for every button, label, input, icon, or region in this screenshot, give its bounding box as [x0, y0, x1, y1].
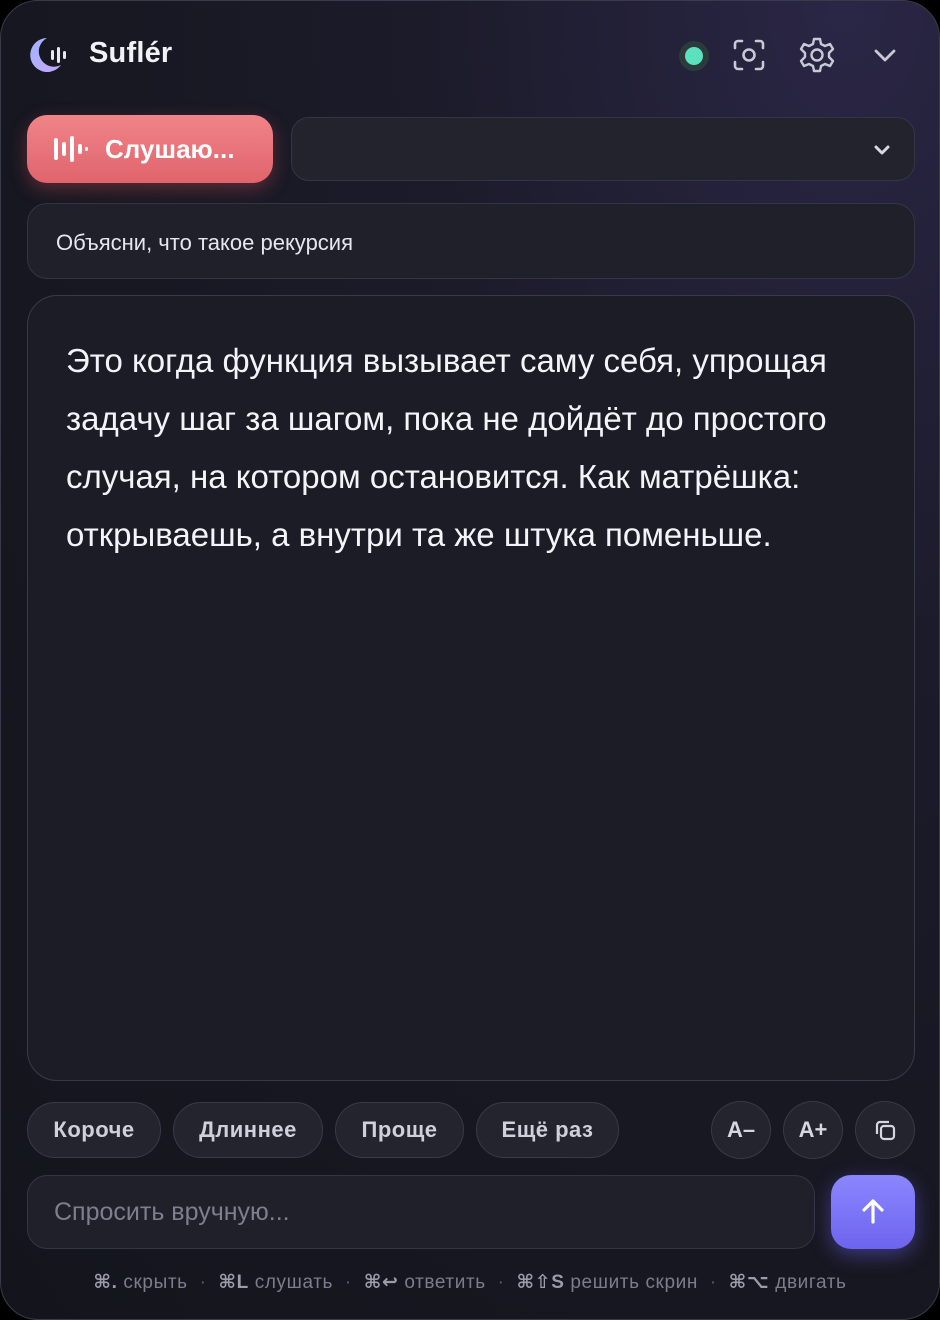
shortcut-key: ⌘⌥	[728, 1272, 770, 1293]
answer-panel: Это когда функция вызывает саму себя, уп…	[27, 295, 915, 1081]
font-larger-button[interactable]: A+	[783, 1101, 843, 1159]
app-window: Suflér Слушаю... Объясни, что такое реку…	[0, 0, 940, 1320]
longer-button[interactable]: Длиннее	[173, 1102, 323, 1158]
shortcuts-bar: ⌘. скрыть · ⌘L слушать · ⌘↩ ответить · ⌘…	[1, 1271, 939, 1294]
transcript-box: Объясни, что такое рекурсия	[27, 203, 915, 279]
shortcut-key: ⌘.	[93, 1272, 118, 1293]
source-select[interactable]	[291, 117, 915, 181]
copy-button[interactable]	[855, 1101, 915, 1159]
shortcut-label: скрыть	[123, 1272, 188, 1293]
gear-icon[interactable]	[797, 35, 837, 75]
separator: ·	[199, 1272, 207, 1293]
send-button[interactable]	[831, 1175, 915, 1249]
shortcut-key: ⌘L	[218, 1272, 249, 1293]
header: Suflér	[1, 1, 939, 111]
separator: ·	[709, 1272, 717, 1293]
chevron-down-icon[interactable]	[865, 35, 905, 75]
listen-label: Слушаю...	[105, 133, 235, 164]
retry-button[interactable]: Ещё раз	[476, 1102, 619, 1158]
ask-input[interactable]	[27, 1175, 815, 1249]
status-indicator	[679, 41, 709, 71]
simpler-button[interactable]: Проще	[335, 1102, 464, 1158]
shortcut-label: ответить	[404, 1272, 486, 1293]
arrow-up-icon	[862, 1199, 884, 1224]
answer-text: Это когда функция вызывает саму себя, уп…	[66, 342, 827, 553]
screenshot-icon[interactable]	[729, 35, 769, 75]
transcript-text: Объясни, что такое рекурсия	[56, 230, 353, 255]
separator: ·	[497, 1272, 505, 1293]
app-title: Suflér	[89, 37, 173, 69]
waveform-icon	[54, 136, 88, 162]
shortcut-label: слушать	[254, 1272, 333, 1293]
font-smaller-button[interactable]: A–	[711, 1101, 771, 1159]
shortcut-label: двигать	[775, 1272, 847, 1293]
listen-button[interactable]: Слушаю...	[27, 115, 273, 183]
shorter-button[interactable]: Короче	[27, 1102, 161, 1158]
chevron-down-icon	[874, 145, 890, 155]
copy-icon	[875, 1120, 896, 1141]
shortcut-label: решить скрин	[570, 1272, 698, 1293]
shortcut-key: ⌘⇧S	[516, 1272, 565, 1293]
separator: ·	[344, 1272, 352, 1293]
logo-icon	[27, 35, 69, 75]
shortcut-key: ⌘↩	[363, 1272, 399, 1293]
